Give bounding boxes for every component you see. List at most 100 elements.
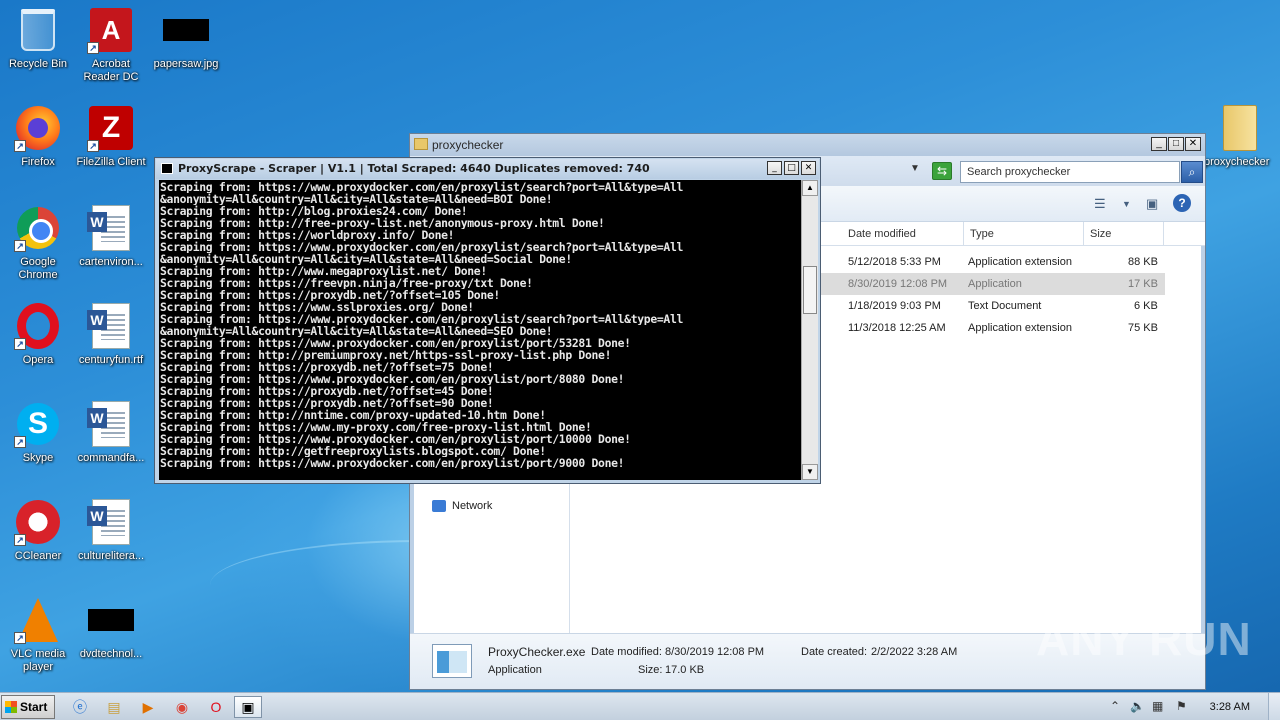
desktop-icon-label: culturelitera... [77,550,145,562]
column-header-date-modified[interactable]: Date modified [842,222,964,246]
file-size: 75 KB [1128,322,1158,334]
desktop-icon-proxychecker-folder[interactable]: proxychecker [1200,104,1280,169]
desktop-icon-label: Opera [22,354,54,366]
file-size: 17 KB [1128,278,1158,290]
shortcut-arrow-icon: ↗ [87,42,99,54]
console-line: Scraping from: http://free-proxy-list.ne… [160,217,605,229]
desktop-icon-skype[interactable]: S ↗ Skype [0,400,76,465]
details-filename: ProxyChecker.exe [488,645,586,659]
desktop-icon-culturelitera[interactable]: W culturelitera... [73,498,149,563]
system-tray: ⌃ 🔈 ▦ ⚑ 3:28 AM [1104,693,1280,720]
network-tray-icon[interactable]: ▦ [1152,699,1163,713]
show-desktop-button[interactable] [1268,693,1280,720]
console-line: Scraping from: https://www.proxydocker.c… [160,181,684,193]
search-input[interactable]: Search proxychecker [960,161,1180,183]
maximize-button[interactable]: □ [784,161,799,175]
taskbar-ie-icon[interactable]: ⓔ [66,696,94,718]
taskbar-console-app-icon[interactable]: ▣ [234,696,262,718]
desktop-icon-commandfa[interactable]: W commandfa... [73,400,149,465]
word-doc-icon: W [87,303,130,349]
desktop-icon-opera[interactable]: ↗ Opera [0,302,76,367]
desktop-icon-firefox[interactable]: ↗ Firefox [0,104,76,169]
details-date-created-label: Date created: [801,646,868,658]
shortcut-arrow-icon: ↗ [14,632,26,644]
file-date: 1/18/2019 9:03 PM [848,300,941,312]
explorer-title: proxychecker [432,138,504,152]
desktop-icon-ccleaner[interactable]: ↗ CCleaner [0,498,76,563]
search-icon[interactable]: ⌕ [1181,161,1203,183]
windows-logo-icon [5,701,17,713]
console-output[interactable]: Scraping from: https://www.proxydocker.c… [159,180,801,480]
anyrun-watermark: ANY RUN [1036,613,1252,665]
console-line: Scraping from: https://www.proxydocker.c… [160,241,684,253]
maximize-button[interactable]: □ [1168,137,1184,151]
start-button[interactable]: Start [1,695,55,719]
explorer-titlebar[interactable]: proxychecker _ □ ✕ [410,134,1205,156]
preview-pane-icon[interactable]: ▣ [1146,196,1158,212]
desktop-icon-papersaw[interactable]: papersaw.jpg [148,6,224,71]
console-line: Scraping from: https://www.proxydocker.c… [160,313,684,325]
console-line: Scraping from: https://proxydb.net/?offs… [160,361,494,373]
console-line: Scraping from: http://blog.proxies24.com… [160,205,468,217]
shortcut-arrow-icon: ↗ [87,140,99,152]
desktop-icon-label: Skype [22,452,54,464]
scroll-up-icon[interactable]: ▲ [802,180,818,196]
scroll-thumb[interactable] [803,266,817,314]
console-titlebar[interactable]: ProxyScrape - Scraper | V1.1 | Total Scr… [156,159,819,179]
minimize-button[interactable]: _ [767,161,782,175]
taskbar-opera-icon[interactable]: O [202,696,230,718]
console-scrollbar[interactable]: ▲ ▼ [801,180,818,480]
file-date: 5/12/2018 5:33 PM [848,256,941,268]
column-header-size[interactable]: Size [1084,222,1164,246]
desktop-icon-label: papersaw.jpg [153,58,219,70]
console-line: &anonymity=All&country=All&city=All&stat… [160,253,572,265]
file-size: 6 KB [1134,300,1158,312]
word-doc-icon: W [87,499,130,545]
taskbar-media-player-icon[interactable]: ▶ [134,696,162,718]
shortcut-arrow-icon: ↗ [14,240,26,252]
application-file-icon [432,644,472,678]
volume-icon[interactable]: 🔈 [1130,699,1145,713]
desktop-icon-label: cartenviron... [79,256,143,268]
console-line: Scraping from: https://proxydb.net/?offs… [160,289,500,301]
console-line: Scraping from: https://www.sslproxies.or… [160,301,474,313]
taskbar-explorer-icon[interactable]: ▤ [100,696,128,718]
desktop-icon-vlc[interactable]: ↗ VLC media player [0,596,76,674]
close-button[interactable]: ✕ [801,161,816,175]
scroll-down-icon[interactable]: ▼ [802,464,818,480]
help-icon[interactable]: ? [1173,194,1191,212]
console-title: ProxyScrape - Scraper | V1.1 | Total Scr… [178,162,650,175]
address-dropdown-icon[interactable]: ▼ [910,163,920,174]
view-options-icon[interactable]: ☰ [1094,196,1106,212]
nav-item-network[interactable]: Network [432,500,492,512]
console-line: Scraping from: http://premiumproxy.net/h… [160,349,612,361]
desktop-icon-recycle-bin[interactable]: Recycle Bin [0,6,76,71]
taskbar-chrome-icon[interactable]: ◉ [168,696,196,718]
network-icon [432,500,446,512]
desktop-icon-centuryfun[interactable]: W centuryfun.rtf [73,302,149,367]
chevron-down-icon[interactable]: ▼ [1122,199,1131,209]
file-date: 8/30/2019 12:08 PM [848,278,948,290]
desktop-icon-acrobat[interactable]: A ↗ Acrobat Reader DC [73,6,149,84]
desktop-icon-filezilla[interactable]: Z ↗ FileZilla Client [73,104,149,169]
refresh-button[interactable]: ⇆ [932,162,952,180]
desktop-icon-cartenviron[interactable]: W cartenviron... [73,204,149,269]
desktop-icon-label: centuryfun.rtf [78,354,144,366]
desktop-icon-label: FileZilla Client [76,156,146,168]
nav-item-label: Network [452,500,493,512]
clock[interactable]: 3:28 AM [1210,701,1250,713]
action-center-flag-icon[interactable]: ⚑ [1176,699,1187,713]
taskbar: Start ⓔ ▤ ▶ ◉ O ▣ ⌃ 🔈 ▦ ⚑ 3:28 AM [0,692,1280,720]
tray-expand-icon[interactable]: ⌃ [1110,699,1120,713]
details-date-modified-label: Date modified: [591,646,662,658]
desktop-icon-chrome[interactable]: ↗ Google Chrome [0,204,76,282]
desktop-icon-dvdtechnol[interactable]: dvdtechnol... [73,596,149,661]
desktop-icon-label: Google Chrome [18,256,58,281]
minimize-button[interactable]: _ [1151,137,1167,151]
desktop-icon-label: Firefox [21,156,55,168]
column-header-type[interactable]: Type [964,222,1084,246]
console-line: Scraping from: https://www.my-proxy.com/… [160,421,592,433]
details-size: 17.0 KB [665,664,705,676]
close-button[interactable]: ✕ [1185,137,1201,151]
desktop-icon-label: Acrobat Reader DC [83,58,139,83]
